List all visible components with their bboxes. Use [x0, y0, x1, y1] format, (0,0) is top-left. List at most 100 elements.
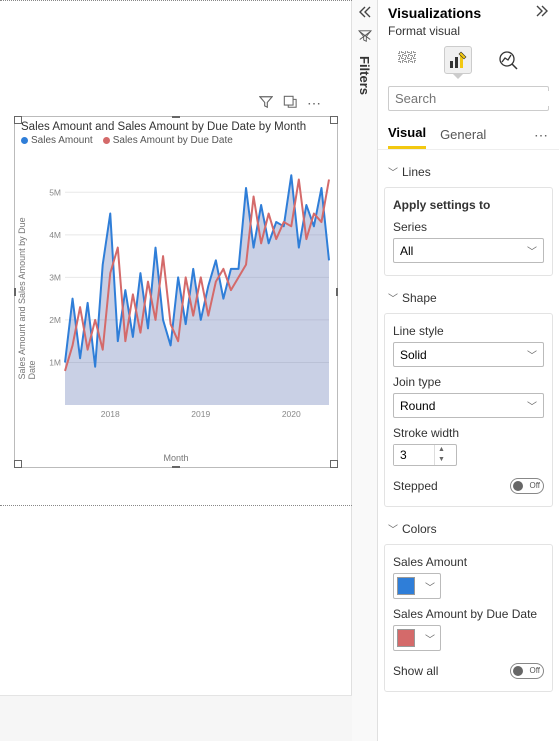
stroke-width-label: Stroke width: [393, 426, 544, 440]
chart-toolbar: ⋯: [259, 95, 321, 112]
tab-general[interactable]: General: [440, 123, 486, 148]
analytics-icon[interactable]: [494, 46, 522, 74]
stepper-up-icon[interactable]: ▲: [435, 445, 448, 455]
toggle-state: Off: [529, 479, 540, 493]
color-s1-picker[interactable]: ﹀: [393, 573, 441, 599]
color-s2-picker[interactable]: ﹀: [393, 625, 441, 651]
stroke-width-stepper[interactable]: ▲ ▼: [393, 444, 457, 466]
expand-right-icon[interactable]: [535, 4, 549, 22]
section-lines-header[interactable]: ﹀ Lines: [384, 160, 553, 183]
color-swatch-box: [397, 577, 415, 595]
chevron-down-icon: ﹀: [425, 579, 435, 594]
legend-item-s2[interactable]: Sales Amount by Due Date: [103, 135, 233, 146]
tab-visual[interactable]: Visual: [388, 121, 426, 149]
more-options-icon[interactable]: ⋯: [307, 95, 321, 112]
section-lines: ﹀ Lines Apply settings to Series All ﹀: [384, 160, 553, 276]
filters-label: Filters: [357, 56, 372, 95]
format-visual-icon[interactable]: [444, 46, 472, 74]
legend-dot-s1: [21, 137, 28, 144]
resize-handle-tr[interactable]: [330, 116, 338, 124]
section-colors-label: Colors: [402, 522, 437, 536]
filters-pane-collapsed[interactable]: Filters: [352, 0, 378, 741]
svg-text:2019: 2019: [191, 409, 210, 419]
section-shape-label: Shape: [402, 291, 437, 305]
focus-mode-icon[interactable]: [283, 95, 297, 112]
chart-visual[interactable]: ⋯ Sales Amount and Sales Amount by Due D…: [14, 116, 338, 468]
show-all-label: Show all: [393, 664, 438, 678]
resize-handle-l[interactable]: [14, 288, 16, 296]
join-type-value: Round: [400, 399, 435, 413]
viz-panel-title: Visualizations: [388, 5, 481, 21]
section-colors-header[interactable]: ﹀ Colors: [384, 517, 553, 540]
chevron-down-icon: ﹀: [425, 631, 435, 646]
resize-handle-r[interactable]: [336, 288, 338, 296]
series-value: All: [400, 244, 413, 258]
resize-handle-tl[interactable]: [14, 116, 22, 124]
format-tabs: Visual General ⋯: [378, 121, 559, 150]
join-type-select[interactable]: Round ﹀: [393, 393, 544, 418]
x-axis-label: Month: [163, 453, 188, 463]
search-input[interactable]: [395, 91, 559, 106]
section-lines-label: Lines: [402, 165, 431, 179]
series-label: Series: [393, 220, 544, 234]
resize-handle-br[interactable]: [330, 460, 338, 468]
chart-legend: Sales Amount Sales Amount by Due Date: [15, 135, 337, 150]
legend-label-s1: Sales Amount: [31, 135, 93, 146]
tab-more-icon[interactable]: ⋯: [534, 127, 549, 144]
line-style-value: Solid: [400, 348, 427, 362]
chevron-down-icon: ﹀: [388, 164, 398, 179]
svg-text:4M: 4M: [49, 230, 61, 240]
toggle-state: Off: [529, 664, 540, 678]
canvas-top-divider: [0, 0, 352, 1]
y-axis-label: Sales Amount and Sales Amount by Due Dat…: [17, 205, 37, 380]
stroke-width-input[interactable]: [394, 445, 434, 465]
search-box[interactable]: [388, 86, 549, 111]
legend-dot-s2: [103, 137, 110, 144]
filter-icon[interactable]: [259, 95, 273, 112]
visualizations-panel: Visualizations Format visual Visual Gene…: [378, 0, 559, 741]
svg-text:2020: 2020: [282, 409, 301, 419]
filters-icon[interactable]: [352, 29, 377, 46]
legend-item-s1[interactable]: Sales Amount: [21, 135, 93, 146]
build-visual-icon[interactable]: [394, 46, 422, 74]
color-s1-label: Sales Amount: [393, 555, 544, 569]
canvas-bottom-divider: [0, 505, 352, 506]
canvas-area: ⋯ Sales Amount and Sales Amount by Due D…: [0, 0, 352, 741]
show-all-toggle[interactable]: Off: [510, 663, 544, 679]
collapse-left-icon[interactable]: [352, 6, 377, 21]
legend-label-s2: Sales Amount by Due Date: [113, 135, 233, 146]
section-shape: ﹀ Shape Line style Solid ﹀ Join type Rou…: [384, 286, 553, 507]
chevron-down-icon: ﹀: [527, 243, 537, 258]
line-style-select[interactable]: Solid ﹀: [393, 342, 544, 367]
chevron-down-icon: ﹀: [388, 521, 398, 536]
series-select[interactable]: All ﹀: [393, 238, 544, 263]
svg-text:3M: 3M: [49, 272, 61, 282]
stepper-down-icon[interactable]: ▼: [435, 455, 448, 465]
chevron-down-icon: ﹀: [388, 290, 398, 305]
chart-plot[interactable]: 1M 2M 3M 4M 5M 2018 2019 2020: [37, 165, 333, 437]
color-s2-label: Sales Amount by Due Date: [393, 607, 544, 621]
toggle-knob: [513, 666, 523, 676]
section-colors: ﹀ Colors Sales Amount ﹀ Sales Amount by …: [384, 517, 553, 692]
resize-handle-b[interactable]: [172, 466, 180, 468]
resize-handle-bl[interactable]: [14, 460, 22, 468]
resize-handle-t[interactable]: [172, 116, 180, 118]
svg-text:2M: 2M: [49, 315, 61, 325]
stepped-label: Stepped: [393, 479, 438, 493]
stepped-toggle[interactable]: Off: [510, 478, 544, 494]
svg-text:2018: 2018: [101, 409, 120, 419]
svg-text:5M: 5M: [49, 187, 61, 197]
chart-svg: 1M 2M 3M 4M 5M 2018 2019 2020: [37, 165, 333, 437]
join-type-label: Join type: [393, 375, 544, 389]
viz-panel-subtitle: Format visual: [378, 24, 559, 44]
apply-settings-label: Apply settings to: [393, 198, 544, 212]
chart-title: Sales Amount and Sales Amount by Due Dat…: [15, 117, 337, 135]
section-shape-header[interactable]: ﹀ Shape: [384, 286, 553, 309]
color-swatch-box: [397, 629, 415, 647]
svg-text:1M: 1M: [49, 357, 61, 367]
canvas-footer-area: [0, 695, 352, 741]
chevron-down-icon: ﹀: [527, 398, 537, 413]
chevron-down-icon: ﹀: [527, 347, 537, 362]
toggle-knob: [513, 481, 523, 491]
line-style-label: Line style: [393, 324, 544, 338]
